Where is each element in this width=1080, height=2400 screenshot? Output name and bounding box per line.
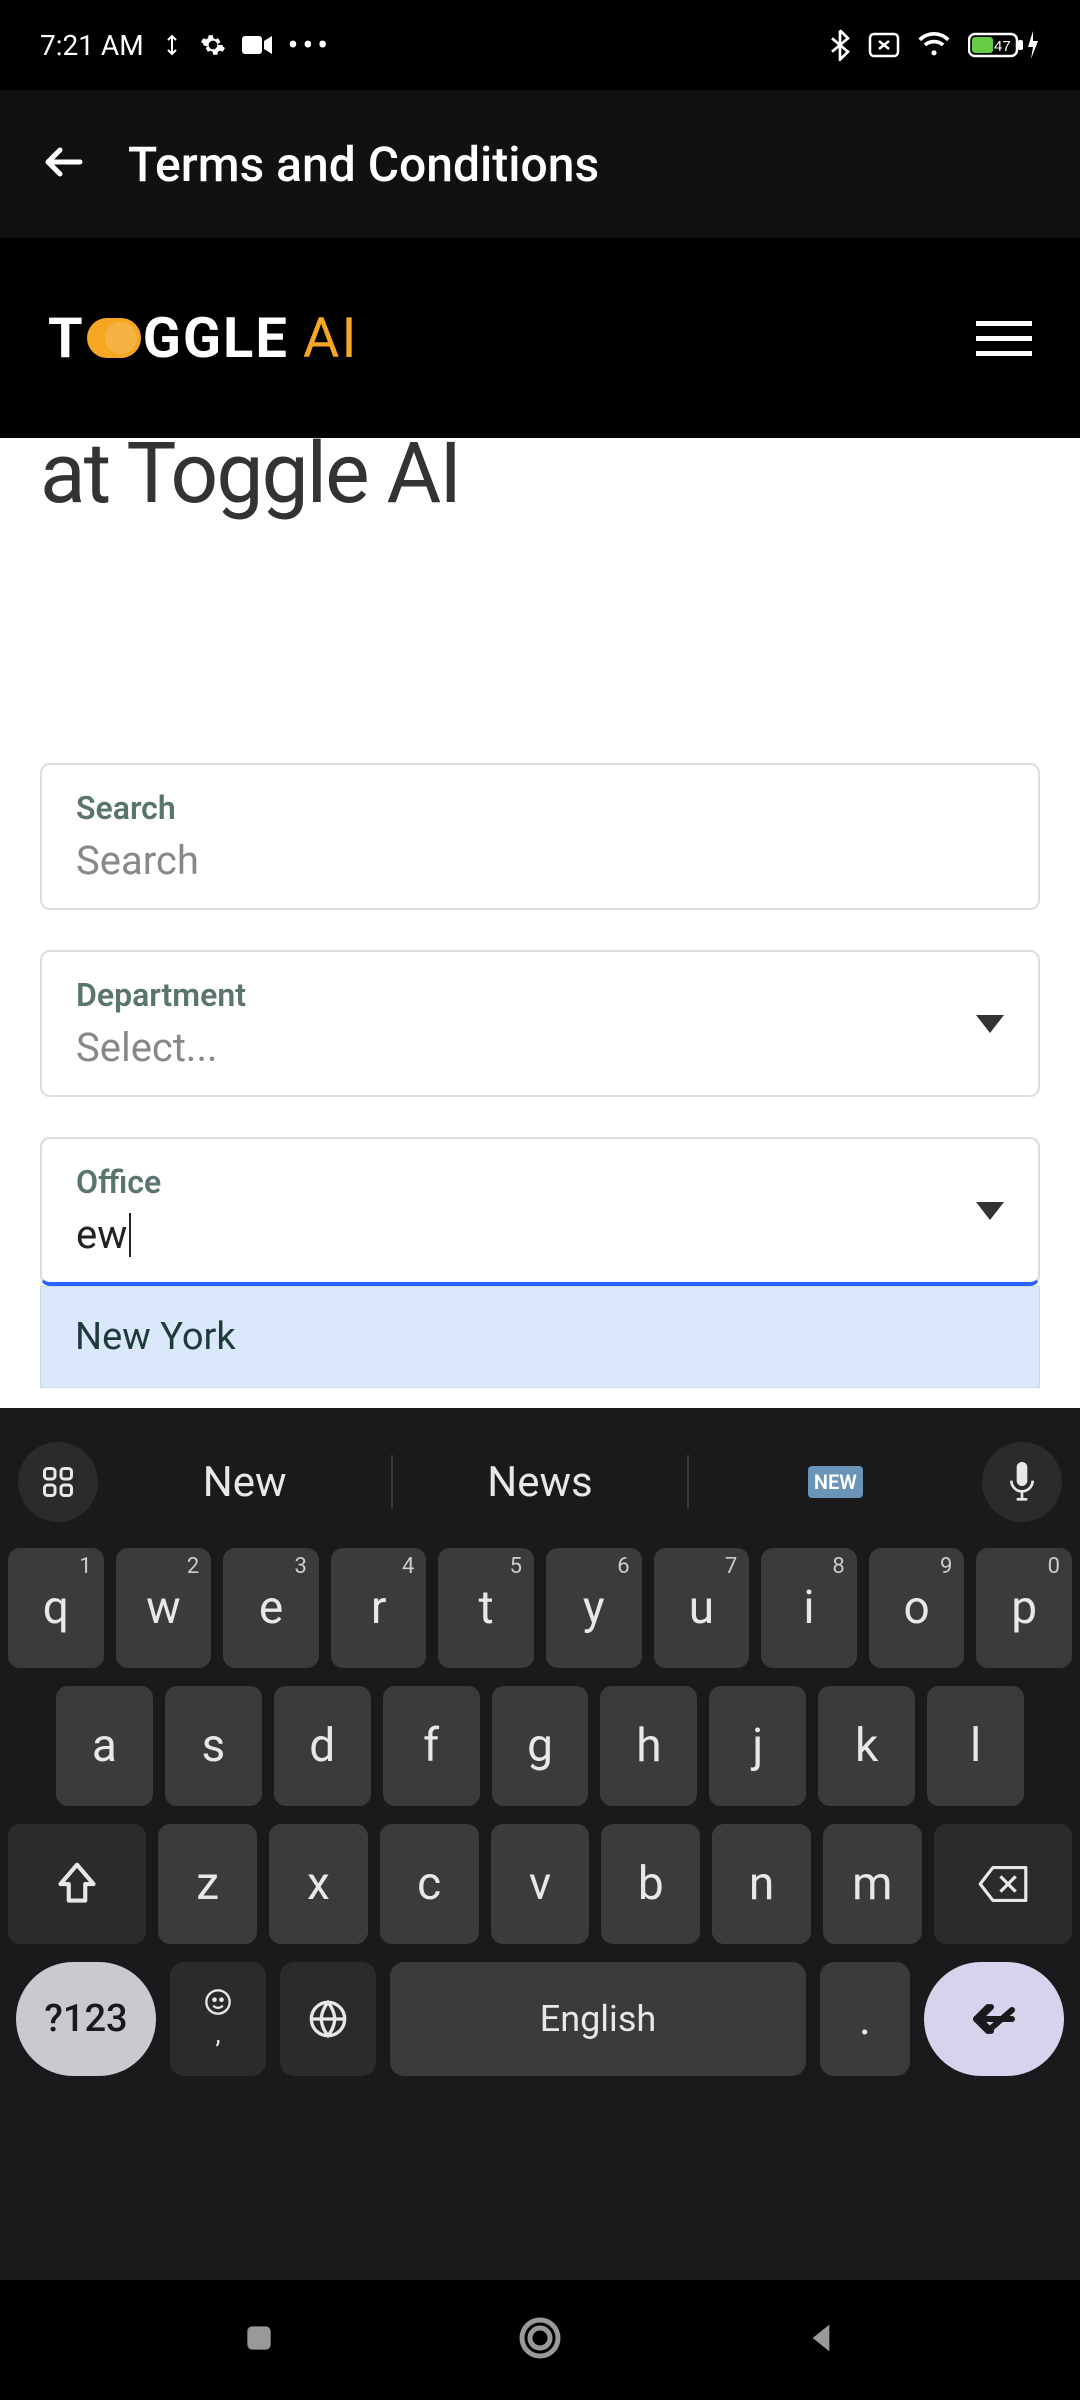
key-p[interactable]: p0 [976,1548,1072,1668]
shift-key[interactable] [8,1824,146,1944]
space-key[interactable]: English [390,1962,806,2076]
logo-text-ggle: GGLE [143,305,289,371]
video-icon [242,34,272,56]
backspace-key[interactable] [934,1824,1072,1944]
key-b[interactable]: b [601,1824,700,1944]
hamburger-menu-icon[interactable] [976,321,1032,356]
key-q[interactable]: q1 [8,1548,104,1668]
new-badge: NEW [808,1466,863,1498]
suggestion-1[interactable]: News [393,1458,686,1507]
recent-apps-icon[interactable] [239,2318,279,2362]
wifi-icon [918,32,950,58]
bluetooth-icon [830,29,850,61]
logo-text-t: T [48,305,85,371]
key-i[interactable]: i8 [761,1548,857,1668]
more-icon: ••• [288,26,332,64]
key-row-3: zxcvbnm [8,1824,1072,1944]
key-j[interactable]: j [709,1686,806,1806]
status-time: 7:21 AM [40,29,144,62]
search-field[interactable]: Search Search [40,763,1040,910]
key-x[interactable]: x [269,1824,368,1944]
office-field[interactable]: Office ew [40,1137,1040,1286]
key-m[interactable]: m [823,1824,922,1944]
suggestion-row: New News NEW [0,1426,1080,1538]
status-bar: 7:21 AM ••• 47 [0,0,1080,90]
key-n[interactable]: n [712,1824,811,1944]
department-field[interactable]: Department Select... [40,950,1040,1097]
office-input[interactable]: ew [76,1211,1004,1258]
back-arrow-icon[interactable] [40,138,88,190]
key-t[interactable]: t5 [438,1548,534,1668]
key-l[interactable]: l [927,1686,1024,1806]
header-title: Terms and Conditions [128,136,599,193]
soft-keyboard: New News NEW q1w2e3r4t5y6u7i8o9p0 asdfgh… [0,1408,1080,2280]
symbols-key[interactable]: ?123 [16,1962,156,2076]
key-h[interactable]: h [600,1686,697,1806]
key-w[interactable]: w2 [116,1548,212,1668]
search-input[interactable]: Search [76,837,1004,884]
key-row-2: asdfghjkl [8,1686,1072,1806]
back-icon[interactable] [801,2318,841,2362]
toggle-ai-logo[interactable]: T GGLE AI [48,305,359,371]
department-select[interactable]: Select... [76,1024,1004,1071]
logo-text-ai: AI [303,305,359,371]
key-row-4: ?123 , English . [8,1962,1072,2076]
chevron-down-icon [976,1202,1004,1220]
department-label: Department [76,976,1004,1014]
sync-icon [160,33,184,57]
key-e[interactable]: e3 [223,1548,319,1668]
office-dropdown-option[interactable]: New York [40,1286,1040,1388]
key-a[interactable]: a [56,1686,153,1806]
key-d[interactable]: d [274,1686,371,1806]
suggestion-0[interactable]: New [98,1458,391,1507]
key-row-1: q1w2e3r4t5y6u7i8o9p0 [8,1548,1072,1668]
key-k[interactable]: k [818,1686,915,1806]
period-key[interactable]: . [820,1962,910,2076]
office-input-value: ew [76,1211,127,1258]
key-f[interactable]: f [383,1686,480,1806]
key-y[interactable]: y6 [546,1548,642,1668]
chevron-down-icon [976,1015,1004,1033]
content-area: at Toggle AI Search Search Department Se… [0,438,1080,1408]
key-u[interactable]: u7 [654,1548,750,1668]
battery-icon: 47 [968,31,1040,59]
keyboard-apps-icon[interactable] [18,1442,98,1522]
key-r[interactable]: r4 [331,1548,427,1668]
home-icon[interactable] [516,2314,564,2366]
status-left: 7:21 AM ••• [40,26,332,64]
suggestion-2[interactable]: NEW [689,1466,982,1498]
brand-bar: T GGLE AI [0,238,1080,438]
system-navbar [0,2280,1080,2400]
key-v[interactable]: v [491,1824,590,1944]
emoji-key[interactable]: , [170,1962,266,2076]
cast-icon [868,32,900,58]
office-label: Office [76,1163,1004,1201]
search-label: Search [76,789,1004,827]
logo-toggle-icon [87,318,141,358]
key-g[interactable]: g [492,1686,589,1806]
key-o[interactable]: o9 [869,1548,965,1668]
text-cursor [129,1213,131,1257]
page-title: at Toggle AI [40,438,1040,523]
gear-icon [200,32,226,58]
svg-text:47: 47 [994,38,1011,55]
key-s[interactable]: s [165,1686,262,1806]
mic-icon[interactable] [982,1442,1062,1522]
status-right: 47 [830,29,1040,61]
key-c[interactable]: c [380,1824,479,1944]
enter-key[interactable] [924,1962,1064,2076]
language-key[interactable] [280,1962,376,2076]
app-header: Terms and Conditions [0,90,1080,238]
key-z[interactable]: z [158,1824,257,1944]
